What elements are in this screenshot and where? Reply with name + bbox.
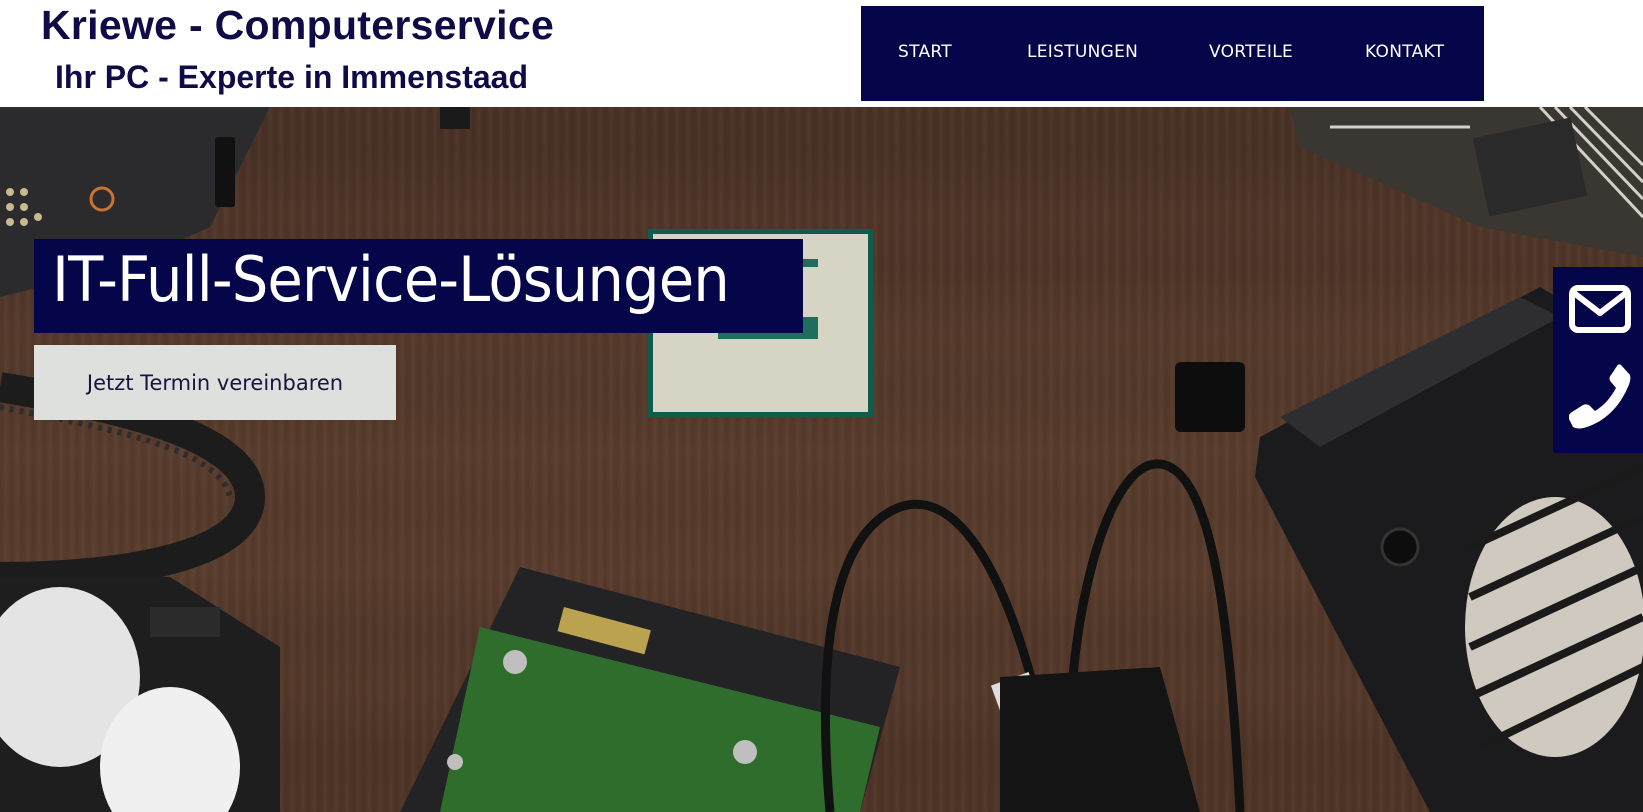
contact-side-tab	[1553, 267, 1643, 453]
nav-item-vorteile[interactable]: VORTEILE	[1209, 42, 1293, 62]
hero-heading: IT-Full-Service-Lösungen	[52, 243, 730, 316]
nav-item-leistungen[interactable]: LEISTUNGEN	[1027, 42, 1138, 62]
envelope-icon[interactable]	[1569, 285, 1631, 333]
phone-icon[interactable]	[1569, 363, 1631, 429]
site-subtitle: Ihr PC - Experte in Immenstaad	[55, 59, 529, 95]
hero-section: IT-Full-Service-Lösungen Jetzt Termin ve…	[0, 107, 1643, 812]
site-title[interactable]: Kriewe - Computerservice	[41, 2, 554, 49]
site-header: Kriewe - Computerservice Ihr PC - Expert…	[0, 0, 1643, 107]
nav-item-start[interactable]: START	[898, 42, 952, 62]
hero-background-image	[0, 107, 1643, 812]
nav-item-kontakt[interactable]: KONTAKT	[1365, 42, 1444, 62]
book-appointment-button[interactable]: Jetzt Termin vereinbaren	[34, 345, 396, 420]
main-navigation: START LEISTUNGEN VORTEILE KONTAKT	[861, 6, 1484, 101]
hero-heading-box: IT-Full-Service-Lösungen	[34, 239, 803, 333]
